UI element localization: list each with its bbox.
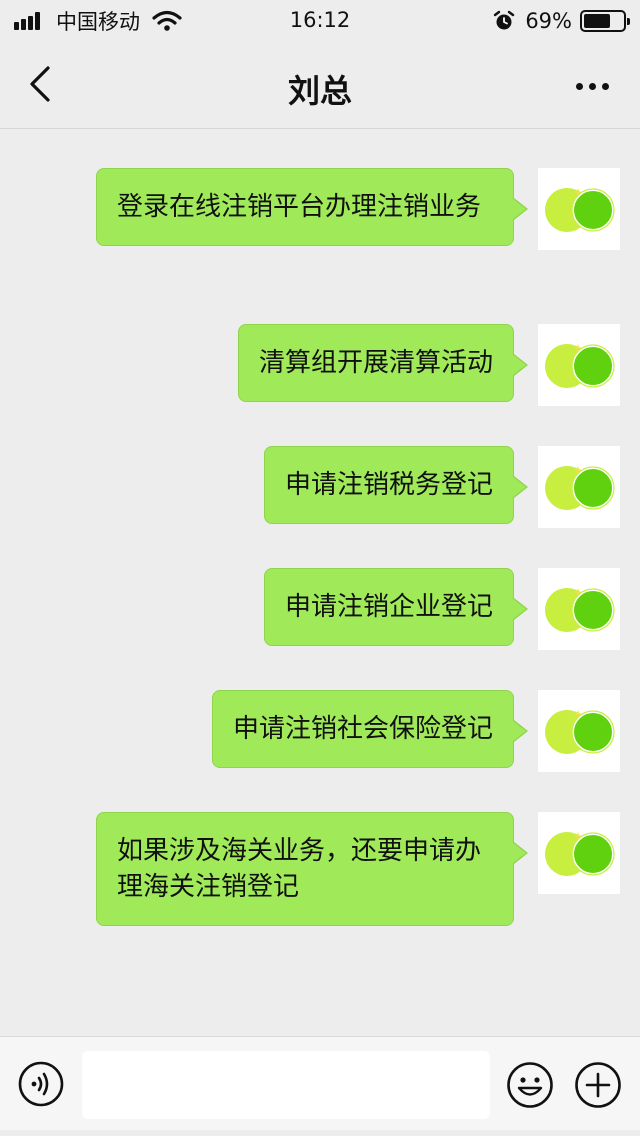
battery-percent: 69% xyxy=(525,9,572,33)
battery-icon xyxy=(580,10,630,32)
battery-fill xyxy=(584,14,610,28)
message-text: 申请注销企业登记 xyxy=(284,592,493,622)
status-right: 69% xyxy=(493,8,630,34)
contact-avatar[interactable] xyxy=(538,324,620,406)
contact-avatar[interactable] xyxy=(538,568,620,650)
contact-avatar[interactable] xyxy=(538,812,620,894)
message-text: 清算组开展清算活动 xyxy=(258,348,493,378)
message-text: 申请注销社会保险登记 xyxy=(232,714,493,744)
message-text: 登录在线注销平台办理注销业务 xyxy=(117,192,482,222)
battery-nub xyxy=(627,18,630,25)
more-icon[interactable] xyxy=(564,66,620,106)
more-dot xyxy=(575,82,583,90)
message-bubble[interactable]: 申请注销企业登记 xyxy=(263,568,529,646)
message-bubble[interactable]: 申请注销税务登记 xyxy=(263,446,529,524)
message-bubble[interactable]: 登录在线注销平台办理注销业务 xyxy=(96,168,528,246)
message-bubble[interactable]: 申请注销社会保险登记 xyxy=(211,690,529,768)
message-row: 申请注销社会保险登记 xyxy=(211,690,620,772)
chat-title: 刘总 xyxy=(287,72,352,110)
emoji-icon[interactable] xyxy=(506,1061,554,1109)
voice-icon[interactable] xyxy=(18,1061,64,1107)
message-text: 申请注销税务登记 xyxy=(284,470,493,500)
message-text: 如果涉及海关业务，还要申请办理海关注销登记 xyxy=(117,836,482,902)
message-row: 申请注销企业登记 xyxy=(263,568,620,650)
message-row: 如果涉及海关业务，还要申请办理海关注销登记 xyxy=(96,812,620,926)
more-dot xyxy=(601,82,609,90)
input-bar xyxy=(0,1036,640,1136)
chat-area[interactable]: 登录在线注销平台办理注销业务 清算组开展清算活动 申请注销税务登记 申请注销企业… xyxy=(0,130,640,1036)
message-input[interactable] xyxy=(82,1051,490,1119)
message-bubble[interactable]: 清算组开展清算活动 xyxy=(237,324,529,402)
contact-avatar[interactable] xyxy=(538,168,620,250)
bottom-strip xyxy=(0,1130,640,1136)
more-dot xyxy=(588,82,596,90)
message-bubble[interactable]: 如果涉及海关业务，还要申请办理海关注销登记 xyxy=(96,812,528,926)
contact-avatar[interactable] xyxy=(538,690,620,772)
nav-bar: 刘总 xyxy=(0,40,640,129)
message-row: 申请注销税务登记 xyxy=(263,446,620,528)
alarm-icon xyxy=(494,10,515,30)
message-row: 清算组开展清算活动 xyxy=(237,324,620,406)
status-bar: 中国移动 16:12 69% xyxy=(0,0,640,40)
contact-avatar[interactable] xyxy=(538,446,620,528)
message-row: 登录在线注销平台办理注销业务 xyxy=(96,168,620,250)
plus-icon[interactable] xyxy=(574,1061,622,1109)
